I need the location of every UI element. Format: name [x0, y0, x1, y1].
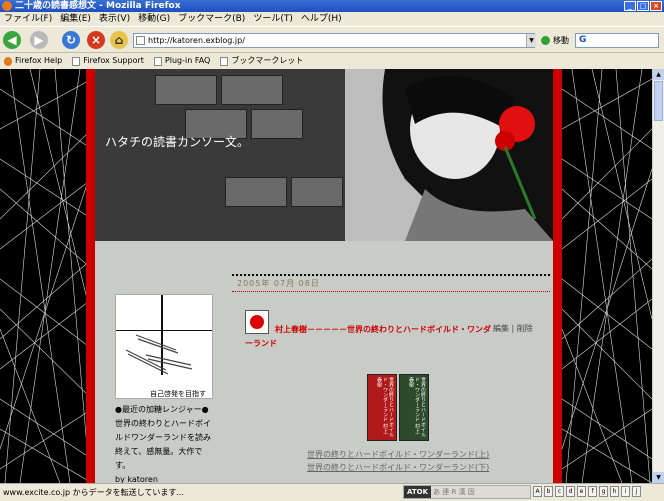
ime-label: ATOK	[404, 486, 432, 498]
page-content: ハタチの読書カンソー文。 2005年 07月 08日 自己啓発を目指す ●最近の…	[0, 69, 652, 483]
book-link-1[interactable]: 世界の終りとハードボイルド・ワンダーランド(上)	[307, 449, 489, 460]
profile-sidebar: 自己啓発を目指す ●最近の加糖レンジャー●世界の終わりとハードボイルドワンダーラ…	[115, 294, 215, 483]
tray-icon[interactable]: d	[566, 486, 575, 497]
blog-header-image: ハタチの読書カンソー文。	[95, 69, 553, 241]
bookmark-bookmarklet[interactable]: ブックマークレット	[220, 53, 303, 69]
brick	[291, 177, 343, 207]
book-cover-2[interactable]: 世界の終りとハードボイルド・ワンダーランド 村上春樹	[399, 374, 429, 441]
system-tray: A b c d e f g h i j	[533, 486, 641, 497]
home-icon[interactable]: ⌂	[110, 31, 128, 49]
url-field[interactable]: http://katoren.exblog.jp/	[133, 33, 535, 48]
google-search-icon: G	[579, 35, 587, 45]
menu-edit[interactable]: 編集(E)	[60, 12, 91, 26]
post-edit-links[interactable]: 編集 | 削除	[493, 323, 533, 334]
close-icon[interactable]: ×	[650, 1, 662, 11]
divider	[232, 291, 550, 292]
tray-icon[interactable]: A	[533, 486, 542, 497]
forward-arrow-icon[interactable]: ▶	[30, 31, 48, 49]
back-arrow-icon[interactable]: ◀	[3, 31, 21, 49]
maximize-icon[interactable]: □	[637, 1, 649, 11]
tray-icon[interactable]: g	[599, 486, 608, 497]
blog-title: ハタチの読書カンソー文。	[105, 135, 250, 149]
menu-view[interactable]: 表示(V)	[99, 12, 130, 26]
minimize-icon[interactable]: _	[624, 1, 636, 11]
navigation-toolbar: ◀ ▶ ↻ × ⌂ http://katoren.exblog.jp/ ▼ 移動…	[0, 26, 664, 53]
stop-icon[interactable]: ×	[87, 31, 105, 49]
bookmark-firefox-help[interactable]: Firefox Help	[4, 53, 62, 69]
scroll-down-icon[interactable]: ▼	[653, 472, 664, 483]
menu-help[interactable]: ヘルプ(H)	[301, 12, 342, 26]
status-text: www.excite.co.jp からデータを転送しています...	[3, 488, 184, 497]
url-dropdown-icon[interactable]: ▼	[526, 34, 536, 47]
tray-icon[interactable]: f	[588, 486, 597, 497]
brick	[155, 75, 217, 105]
tray-icon[interactable]: c	[555, 486, 564, 497]
title-bar[interactable]: 二十歳の読書感想文 - Mozilla Firefox _ □ ×	[0, 0, 664, 12]
window-title: 二十歳の読書感想文 - Mozilla Firefox	[15, 1, 181, 11]
bookmark-label: ブックマークレット	[231, 56, 304, 65]
right-decorative-pattern	[556, 69, 652, 483]
brick	[221, 75, 283, 105]
go-label: 移動	[553, 36, 569, 45]
tray-icon[interactable]: i	[621, 486, 630, 497]
tray-icon[interactable]: h	[610, 486, 619, 497]
status-bar: www.excite.co.jp からデータを転送しています... ATOK あ …	[0, 483, 664, 501]
bookmark-plugin-faq[interactable]: Plug-in FAQ	[153, 53, 211, 69]
tray-icon[interactable]: j	[632, 486, 641, 497]
avatar: 自己啓発を目指す	[115, 294, 213, 399]
bookmarks-toolbar: Firefox Help Firefox Support Plug-in FAQ…	[0, 52, 664, 69]
page-icon	[136, 36, 145, 45]
post-date: 2005年 07月 08日	[237, 279, 320, 288]
book-link-2[interactable]: 世界の終りとハードボイルド・ワンダーランド(下)	[307, 462, 489, 473]
brick	[251, 109, 303, 139]
profile-author: by katoren	[115, 475, 158, 483]
ime-modes: あ 連 R 漢 固	[433, 488, 475, 496]
menu-go[interactable]: 移動(G)	[138, 12, 170, 26]
reload-icon[interactable]: ↻	[62, 31, 80, 49]
brick	[225, 177, 287, 207]
page-icon	[220, 56, 229, 66]
menu-bookmarks[interactable]: ブックマーク(B)	[178, 12, 245, 26]
firefox-app-icon	[2, 1, 12, 11]
go-icon	[541, 36, 550, 45]
menu-tools[interactable]: ツール(T)	[253, 12, 293, 26]
tray-icon[interactable]: b	[544, 486, 553, 497]
page-icon	[72, 56, 81, 66]
ime-toolbar[interactable]: ATOK あ 連 R 漢 固	[403, 485, 531, 499]
menu-file[interactable]: ファイル(F)	[4, 12, 52, 26]
tray-icon[interactable]: e	[577, 486, 586, 497]
search-field[interactable]: G	[575, 33, 659, 48]
blog-main-column: ハタチの読書カンソー文。 2005年 07月 08日 自己啓発を目指す ●最近の…	[92, 69, 556, 483]
book-cover-1[interactable]: 世界の終りとハードボイルド・ワンダーランド 村上春樹	[367, 374, 397, 441]
portrait-photo	[345, 69, 553, 241]
safety-pins-illustration	[116, 295, 212, 375]
window-controls: _ □ ×	[624, 1, 662, 11]
firefox-icon	[4, 56, 12, 66]
post-title[interactable]: 村上春樹－－－－－世界の終わりとハードボイルド・ワンダーランド	[245, 323, 495, 351]
bookmark-label: Plug-in FAQ	[164, 56, 211, 65]
bookmark-firefox-support[interactable]: Firefox Support	[72, 53, 144, 69]
bookmark-label: Firefox Help	[15, 56, 63, 65]
scroll-up-icon[interactable]: ▲	[653, 69, 664, 80]
page-icon	[153, 56, 162, 66]
url-text: http://katoren.exblog.jp/	[148, 36, 245, 45]
left-decorative-pattern	[0, 69, 92, 483]
divider	[232, 274, 550, 276]
go-button[interactable]: 移動	[541, 34, 569, 47]
scroll-thumb[interactable]	[654, 81, 663, 121]
vertical-scrollbar[interactable]: ▲ ▼	[652, 69, 664, 483]
menu-bar: ファイル(F) 編集(E) 表示(V) 移動(G) ブックマーク(B) ツール(…	[0, 12, 664, 26]
bookmark-label: Firefox Support	[83, 56, 144, 65]
profile-text: ●最近の加糖レンジャー●世界の終わりとハードボイルドワンダーランドを読み終えて、…	[115, 405, 211, 470]
avatar-caption: 自己啓発を目指す	[150, 390, 206, 398]
